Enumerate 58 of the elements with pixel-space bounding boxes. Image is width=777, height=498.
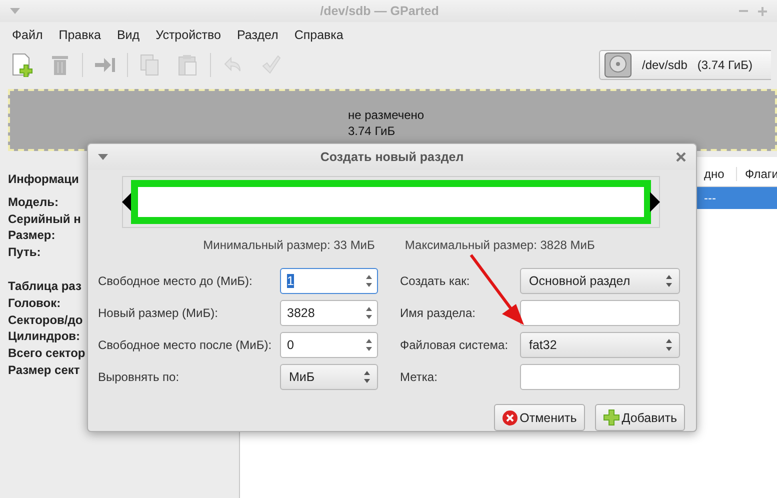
- unallocated-partition[interactable]: не размечено 3.74 ГиБ: [8, 89, 777, 151]
- cancel-icon: [502, 410, 518, 426]
- field-label: Свободное место до (МиБ):: [98, 274, 254, 288]
- input-field[interactable]: [520, 300, 680, 326]
- partition-label: не размечено: [348, 107, 424, 123]
- field-label: Создать как:: [400, 274, 471, 288]
- spin-field[interactable]: 0: [280, 332, 378, 358]
- info-label: Информаци: [8, 171, 79, 188]
- plus-icon: [602, 409, 620, 426]
- dropdown[interactable]: Основной раздел: [520, 268, 680, 294]
- maximize-icon[interactable]: [758, 6, 767, 16]
- minimize-icon[interactable]: [739, 10, 748, 12]
- updown-icon: [665, 338, 673, 352]
- field-label: Имя раздела:: [400, 306, 476, 320]
- field-label: Выровнять по:: [98, 370, 180, 384]
- menu-item[interactable]: Справка: [286, 28, 352, 42]
- menu-item[interactable]: Файл: [4, 28, 51, 42]
- window-menu-icon[interactable]: [98, 154, 108, 160]
- menu-item[interactable]: Устройство: [148, 28, 229, 42]
- info-label: Размер сект: [8, 362, 80, 379]
- device-selector[interactable]: /dev/sdb (3.74 ГиБ): [599, 50, 771, 80]
- max-size-label: Максимальный размер: 3828 МиБ: [404, 238, 595, 252]
- stepper-icon[interactable]: [365, 305, 373, 321]
- partition-size: 3.74 ГиБ: [348, 123, 396, 139]
- new-partition-icon[interactable]: [11, 53, 33, 77]
- field-label: Метка:: [400, 370, 438, 384]
- dropdown[interactable]: fat32: [520, 332, 680, 358]
- window-menu-icon[interactable]: [10, 8, 20, 14]
- spin-field[interactable]: 1: [280, 268, 378, 294]
- cancel-button[interactable]: Отменить: [494, 404, 585, 431]
- close-icon[interactable]: [676, 152, 686, 162]
- field-label: Файловая система:: [400, 338, 510, 352]
- updown-icon: [665, 274, 673, 288]
- field-label: Новый размер (МиБ):: [98, 306, 219, 320]
- info-label: Путь:: [8, 244, 41, 261]
- menu-item[interactable]: Раздел: [229, 28, 286, 42]
- spin-field[interactable]: 3828: [280, 300, 378, 326]
- menu-item[interactable]: Правка: [50, 28, 109, 42]
- info-label: Размер:: [8, 227, 56, 244]
- info-label: Головок:: [8, 294, 61, 312]
- info-label: Цилиндров:: [8, 328, 80, 346]
- updown-icon: [363, 370, 371, 384]
- column-header[interactable]: дно: [700, 166, 736, 180]
- dropdown[interactable]: МиБ: [280, 364, 378, 390]
- min-size-label: Минимальный размер: 33 МиБ: [203, 238, 375, 252]
- info-label: Секторов/до: [8, 312, 83, 328]
- add-button[interactable]: Добавить: [594, 404, 685, 431]
- stepper-icon[interactable]: [365, 337, 373, 353]
- info-label: Модель:: [8, 194, 58, 211]
- dialog-title: Создать новый раздел: [319, 150, 465, 164]
- stepper-icon[interactable]: [365, 273, 373, 289]
- window-title: /dev/sdb — GParted: [319, 4, 440, 18]
- menu-item[interactable]: Вид: [108, 28, 148, 42]
- info-label: Серийный н: [8, 210, 81, 228]
- field-label: Свободное место после (МиБ):: [98, 338, 273, 352]
- info-label: Таблица раз: [8, 278, 82, 295]
- input-field[interactable]: [520, 364, 680, 390]
- info-label: Всего сектор: [8, 345, 86, 362]
